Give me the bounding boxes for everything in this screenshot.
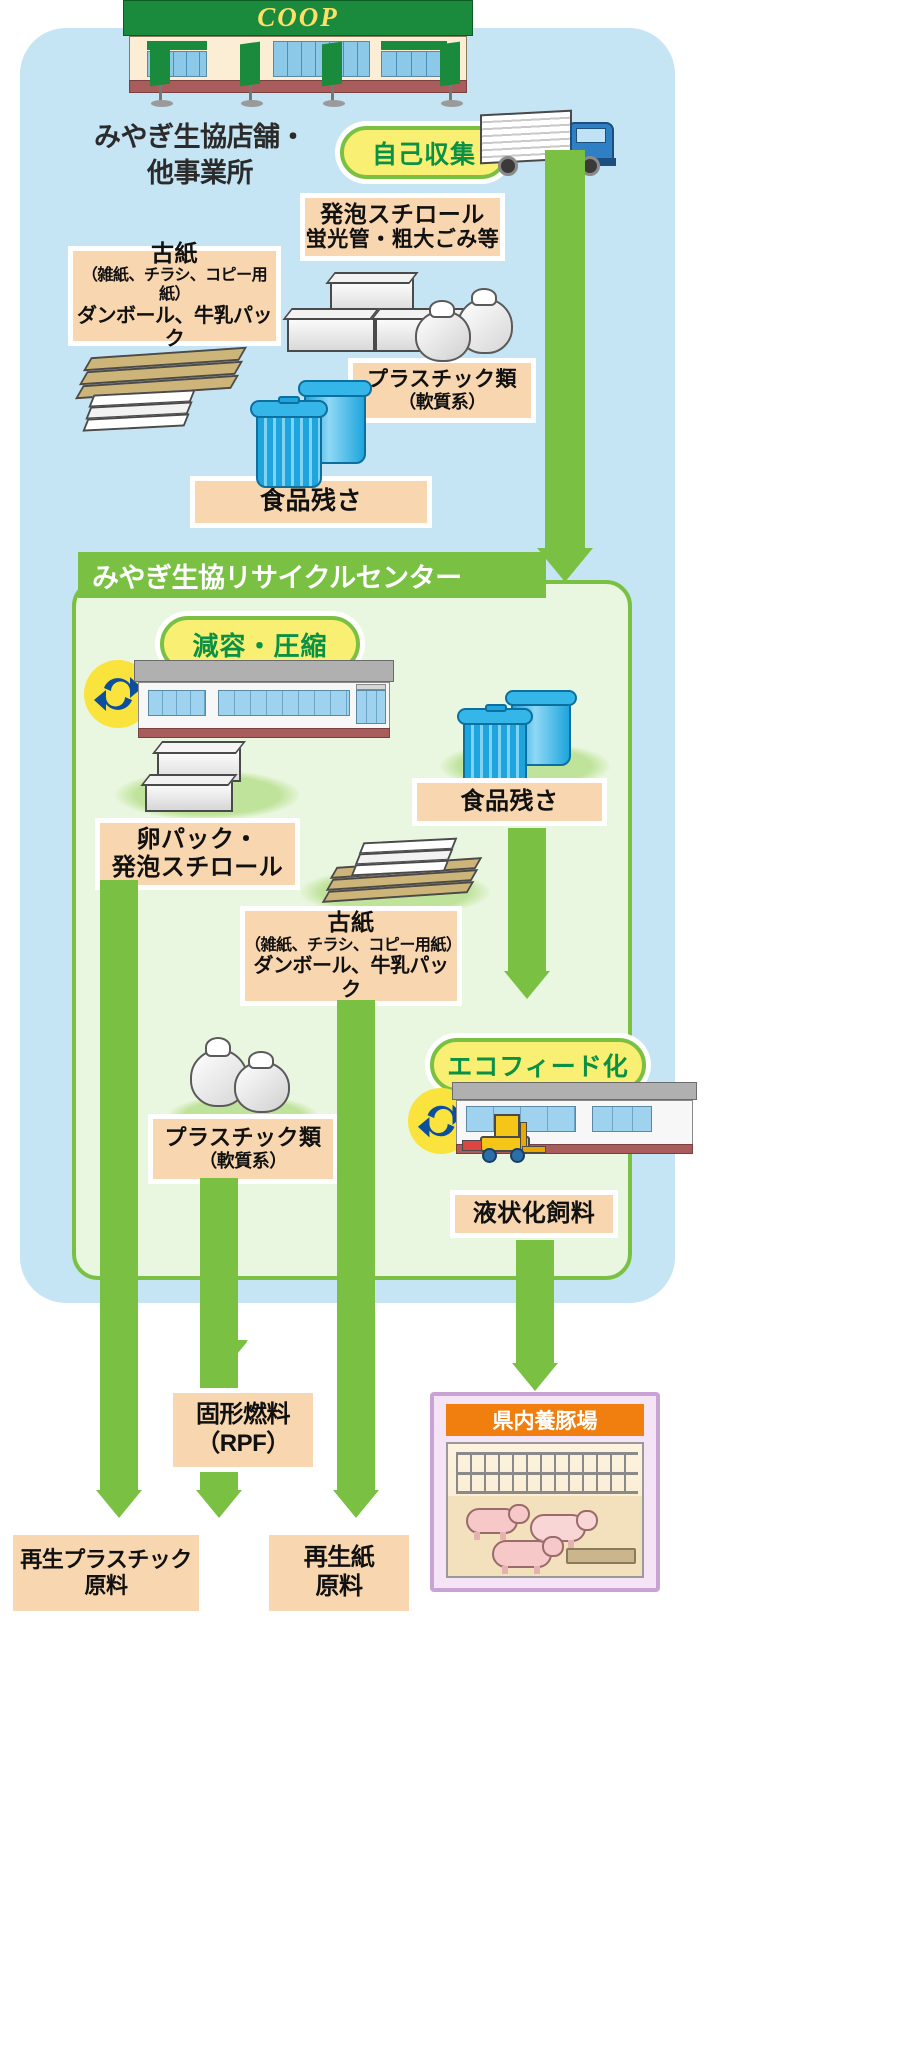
food-waste-line1: 食品残さ <box>259 487 362 516</box>
arrow-paper-to-recycled-paper-head <box>333 1490 379 1518</box>
recycle-center-title: みやぎ生協リサイクルセンター <box>78 552 546 598</box>
coop-store-illustration: COOP <box>123 0 473 120</box>
store-label-line2: 他事業所 <box>147 157 254 188</box>
center-label-food-waste: 食品残さ <box>412 778 607 826</box>
recycled-paper-line2: 原料 <box>315 1573 364 1600</box>
center-label-old-paper: 古紙 （雑紙、チラシ、コピー用紙） ダンボール、牛乳パック <box>240 906 462 1006</box>
arrow-plastics-to-plastic-head <box>196 1490 242 1518</box>
farm-illustration <box>446 1442 644 1578</box>
egg-pack-line2: 発泡スチロール <box>111 854 284 881</box>
center-paper-line3: ダンボール、牛乳パック <box>253 955 450 1001</box>
old-paper-line1: 古紙 <box>151 239 198 266</box>
diagram-canvas: COOP みやぎ生協店舗・ 他事業所 自己収集 発泡スチロール 蛍光管・粗大ごみ… <box>0 0 920 2064</box>
plastics-line1: プラスチック類 <box>366 367 518 391</box>
center-paper-line2: （雑紙、チラシ、コピー用紙） <box>245 936 462 954</box>
coop-sign-text: COOP <box>257 2 339 32</box>
center-food-waste-line1: 食品残さ <box>460 787 559 815</box>
output-box-recycled-plastic: 再生プラスチック 原料 <box>8 1530 204 1616</box>
center-plastic-bag-icon <box>190 1035 305 1120</box>
center-label-plastics: プラスチック類 （軟質系） <box>148 1114 338 1184</box>
recycled-plastic-line2: 原料 <box>84 1573 128 1598</box>
egg-pack-styro-icon <box>140 741 275 826</box>
ecofeed-process-label: エコフィード化 <box>447 1053 629 1081</box>
material-label-styrofoam: 発泡スチロール 蛍光管・粗大ごみ等 <box>300 193 505 261</box>
ecofeed-plant-building <box>452 1082 697 1164</box>
forklift-icon <box>460 1112 548 1163</box>
output-box-recycled-paper: 再生紙 原料 <box>264 1530 414 1616</box>
arrow-rpf-head <box>202 1340 248 1368</box>
store-label: みやぎ生協店舗・ 他事業所 <box>70 120 330 191</box>
center-plastics-line1: プラスチック類 <box>164 1125 322 1151</box>
compress-process-label: 減容・圧縮 <box>192 630 328 661</box>
solid-fuel-line1: 固形燃料 <box>196 1401 291 1429</box>
old-paper-line3: ダンボール、牛乳パック <box>77 304 273 351</box>
store-label-line1: みやぎ生協店舗・ <box>94 122 307 152</box>
self-collection-label: 自己収集 <box>371 140 476 169</box>
pig-icon <box>492 1536 564 1574</box>
arrow-eggpack-to-plastic-head <box>96 1490 142 1518</box>
arrow-eggpack-to-plastic <box>100 880 138 1492</box>
material-label-old-paper: 古紙 （雑紙、チラシ、コピー用紙） ダンボール、牛乳パック <box>68 240 281 350</box>
pig-icon <box>466 1504 530 1540</box>
styrofoam-line2: 蛍光管・粗大ごみ等 <box>305 228 500 252</box>
output-box-solid-fuel: 固形燃料 （RPF） <box>168 1388 318 1472</box>
arrow-foodwaste-to-ecofeed <box>508 828 546 973</box>
recycled-plastic-line1: 再生プラスチック <box>20 1546 192 1572</box>
plastic-bag-icon <box>415 288 525 370</box>
arrow-liquidfeed-to-farm <box>516 1240 554 1365</box>
center-paper-line1: 古紙 <box>327 909 375 936</box>
arrow-paper-to-recycled-paper <box>337 1000 375 1492</box>
center-trash-can-icon <box>455 690 585 790</box>
center-plastics-line2: （軟質系） <box>199 1151 287 1172</box>
center-label-liquid-feed: 液状化飼料 <box>450 1190 618 1238</box>
recycled-paper-line1: 再生紙 <box>303 1544 375 1572</box>
arrow-foodwaste-to-ecofeed-head <box>504 971 550 999</box>
plastics-line2: （軟質系） <box>398 392 486 413</box>
recycle-center-building <box>134 660 394 746</box>
paper-stack-icon <box>74 346 272 438</box>
arrow-liquidfeed-to-farm-head <box>512 1363 558 1391</box>
old-paper-line2: （雑紙、チラシ、コピー用紙） <box>81 267 268 303</box>
egg-pack-line1: 卵パック・ <box>136 825 259 853</box>
liquid-feed-line1: 液状化飼料 <box>472 1199 596 1227</box>
arrow-store-to-center <box>545 150 585 550</box>
styrofoam-line1: 発泡スチロール <box>320 201 485 228</box>
farm-title: 県内養豚場 <box>446 1404 644 1436</box>
solid-fuel-line2: （RPF） <box>196 1430 290 1457</box>
trash-can-icon <box>248 380 378 490</box>
